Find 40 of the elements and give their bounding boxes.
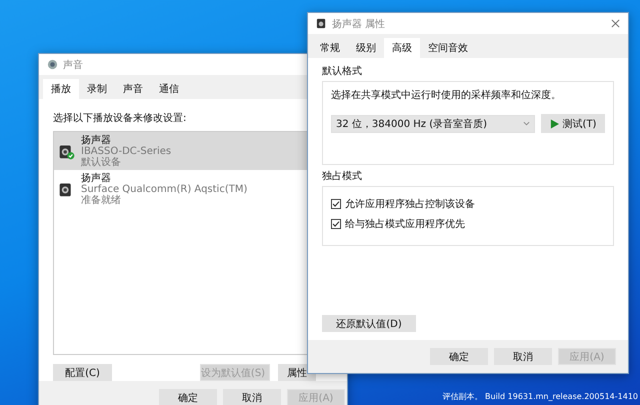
tab[interactable]: 声音 (115, 79, 151, 99)
speaker-icon (47, 59, 58, 70)
checkbox-label: 给与独占模式应用程序优先 (345, 218, 465, 231)
test-button[interactable]: 测试(T) (541, 114, 605, 133)
tab[interactable]: 录制 (79, 79, 115, 99)
tab[interactable]: 级别 (348, 38, 384, 58)
checkbox-label: 允许应用程序独占控制该设备 (345, 198, 475, 211)
device-name: 扬声器 (81, 134, 112, 146)
tab[interactable]: 通信 (151, 79, 187, 99)
tab[interactable]: 高级 (384, 38, 420, 58)
group-title: 独占模式 (322, 170, 363, 183)
tab[interactable]: 播放 (43, 79, 79, 99)
play-icon (550, 118, 559, 128)
format-description: 选择在共享模式中运行时使用的采样频率和位深度。 (331, 88, 562, 102)
tab[interactable]: 空间音效 (420, 38, 476, 58)
device-description: Surface Qualcomm(R) Aqstic(TM) (81, 184, 248, 194)
speaker-icon (58, 142, 75, 160)
device-description: IBASSO-DC-Series (81, 146, 172, 156)
dropdown-value: 32 位，384000 Hz (录音室音质) (336, 118, 488, 130)
checkbox[interactable] (331, 219, 341, 229)
window-title: 扬声器 属性 (332, 18, 386, 30)
restore-defaults-button[interactable]: 还原默认值(D) (322, 315, 416, 332)
group-title: 默认格式 (322, 64, 363, 78)
dialog-button[interactable]: 配置(C) (53, 364, 112, 381)
device-status: 准备就绪 (81, 194, 122, 206)
window-title: 声音 (63, 58, 83, 72)
speaker-icon (316, 18, 327, 29)
chevron-down-icon (523, 121, 530, 126)
device-status: 默认设备 (81, 156, 122, 168)
dialog-button[interactable]: 确定 (430, 348, 488, 365)
format-dropdown[interactable]: 32 位，384000 Hz (录音室音质) (331, 114, 535, 132)
instruction-text: 选择以下播放设备来修改设置: (53, 112, 188, 125)
dialog-button[interactable]: 确定 (159, 389, 217, 405)
tab[interactable]: 常规 (312, 38, 348, 58)
device-name: 扬声器 (81, 172, 112, 184)
build-watermark-text: 评估副本。 Build 19631.mn_release.200514-1410 (442, 391, 638, 402)
checkbox[interactable] (331, 199, 341, 209)
dialog-button[interactable]: 取消 (223, 389, 281, 405)
close-icon[interactable] (611, 19, 620, 28)
dialog-button[interactable]: 取消 (494, 348, 552, 365)
